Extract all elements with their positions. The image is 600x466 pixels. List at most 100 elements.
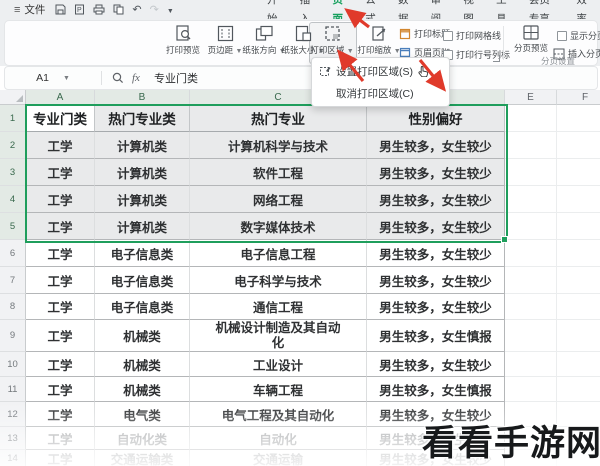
cell-D5[interactable]: 男生较多，女生较少: [367, 213, 505, 240]
row-header-3[interactable]: 3: [0, 159, 26, 186]
row-header-11[interactable]: 11: [0, 377, 26, 402]
cell-B13[interactable]: 自动化类: [95, 427, 190, 450]
row-header-7[interactable]: 7: [0, 267, 26, 294]
cell-F3[interactable]: [557, 159, 600, 186]
cell-D1[interactable]: 性别偏好: [367, 105, 505, 132]
cell-C1[interactable]: 热门专业: [190, 105, 367, 132]
copy-icon[interactable]: [113, 4, 124, 15]
row-header-10[interactable]: 10: [0, 352, 26, 377]
formula-content[interactable]: 专业门类: [154, 70, 198, 86]
column-header-A[interactable]: A: [26, 90, 95, 105]
cell-C2[interactable]: 计算机科学与技术: [190, 132, 367, 159]
cell-C3[interactable]: 软件工程: [190, 159, 367, 186]
row-header-14[interactable]: 14: [0, 450, 26, 466]
row-header-4[interactable]: 4: [0, 186, 26, 213]
toolbar-more-icon[interactable]: ▼: [167, 4, 174, 16]
cell-A3[interactable]: 工学: [26, 159, 95, 186]
column-header-B[interactable]: B: [95, 90, 190, 105]
cell-B2[interactable]: 计算机类: [95, 132, 190, 159]
cell-B9[interactable]: 机械类: [95, 320, 190, 352]
cell-E1[interactable]: [505, 105, 557, 132]
row-header-8[interactable]: 8: [0, 294, 26, 320]
cell-D11[interactable]: 男生较多，女生慎报: [367, 377, 505, 402]
column-header-F[interactable]: F: [557, 90, 600, 105]
cell-C5[interactable]: 数字媒体技术: [190, 213, 367, 240]
cell-E2[interactable]: [505, 132, 557, 159]
row-header-5[interactable]: 5: [0, 213, 26, 240]
cell-D6[interactable]: 男生较多，女生较少: [367, 240, 505, 267]
cell-A2[interactable]: 工学: [26, 132, 95, 159]
cell-C8[interactable]: 通信工程: [190, 294, 367, 320]
cell-A4[interactable]: 工学: [26, 186, 95, 213]
cell-E3[interactable]: [505, 159, 557, 186]
print-area-button[interactable]: 打印区域 ▼: [310, 24, 354, 58]
search-icon[interactable]: [112, 72, 124, 84]
undo-icon[interactable]: ↶: [132, 3, 141, 16]
cell-A14[interactable]: 工学: [26, 450, 95, 466]
cell-B14[interactable]: 交通运输类: [95, 450, 190, 466]
cell-D10[interactable]: 男生较多，女生较少: [367, 352, 505, 377]
select-all-corner[interactable]: [0, 90, 26, 105]
cell-F6[interactable]: [557, 240, 600, 267]
cell-E9[interactable]: [505, 320, 557, 352]
cell-A12[interactable]: 工学: [26, 402, 95, 427]
cell-E7[interactable]: [505, 267, 557, 294]
cell-B4[interactable]: 计算机类: [95, 186, 190, 213]
row-header-13[interactable]: 13: [0, 427, 26, 450]
name-box-dropdown-icon[interactable]: ▼: [63, 75, 70, 82]
cell-C4[interactable]: 网络工程: [190, 186, 367, 213]
file-menu[interactable]: 文件: [24, 2, 45, 17]
cell-E4[interactable]: [505, 186, 557, 213]
cell-C7[interactable]: 电子科学与技术: [190, 267, 367, 294]
row-header-12[interactable]: 12: [0, 402, 26, 427]
cell-A8[interactable]: 工学: [26, 294, 95, 320]
column-header-E[interactable]: E: [505, 90, 557, 105]
cell-F7[interactable]: [557, 267, 600, 294]
cell-C14[interactable]: 交通运输: [190, 450, 367, 466]
cell-D3[interactable]: 男生较多，女生较少: [367, 159, 505, 186]
cell-F1[interactable]: [557, 105, 600, 132]
cell-A6[interactable]: 工学: [26, 240, 95, 267]
dialog-launcher-icon[interactable]: [493, 55, 500, 62]
print-icon[interactable]: [93, 4, 105, 15]
cell-F2[interactable]: [557, 132, 600, 159]
cell-F11[interactable]: [557, 377, 600, 402]
cell-C13[interactable]: 自动化: [190, 427, 367, 450]
cell-C9[interactable]: 机械设计制造及其自动化: [190, 320, 367, 352]
cell-D7[interactable]: 男生较多，女生较少: [367, 267, 505, 294]
cell-F10[interactable]: [557, 352, 600, 377]
cell-B6[interactable]: 电子信息类: [95, 240, 190, 267]
cell-B3[interactable]: 计算机类: [95, 159, 190, 186]
hamburger-menu-icon[interactable]: ≡: [14, 4, 20, 16]
cell-B10[interactable]: 机械类: [95, 352, 190, 377]
cell-A13[interactable]: 工学: [26, 427, 95, 450]
cell-C10[interactable]: 工业设计: [190, 352, 367, 377]
fx-icon[interactable]: fx: [132, 72, 140, 84]
cell-E5[interactable]: [505, 213, 557, 240]
menu-item-cancel-print-area[interactable]: 取消打印区域(C): [312, 82, 449, 104]
checkbox-print-gridlines[interactable]: 打印网格线: [443, 29, 501, 42]
row-header-9[interactable]: 9: [0, 320, 26, 352]
cell-E8[interactable]: [505, 294, 557, 320]
cell-D8[interactable]: 男生较多，女生较少: [367, 294, 505, 320]
cell-A7[interactable]: 工学: [26, 267, 95, 294]
cell-E6[interactable]: [505, 240, 557, 267]
row-header-6[interactable]: 6: [0, 240, 26, 267]
name-box[interactable]: A1 ▼: [5, 72, 101, 84]
cell-B1[interactable]: 热门专业类: [95, 105, 190, 132]
cell-B5[interactable]: 计算机类: [95, 213, 190, 240]
print-preview-button[interactable]: 打印预览: [161, 24, 205, 58]
cell-A9[interactable]: 工学: [26, 320, 95, 352]
cell-E10[interactable]: [505, 352, 557, 377]
cell-D9[interactable]: 男生较多，女生慎报: [367, 320, 505, 352]
page-margins-button[interactable]: 页边距 ▼: [203, 24, 247, 58]
print-scale-button[interactable]: 打印缩放 ▼: [357, 24, 401, 58]
cell-B8[interactable]: 电子信息类: [95, 294, 190, 320]
cell-F9[interactable]: [557, 320, 600, 352]
cell-D2[interactable]: 男生较多，女生较少: [367, 132, 505, 159]
cell-F4[interactable]: [557, 186, 600, 213]
page-break-preview-button[interactable]: 分页预览: [509, 24, 553, 58]
cell-C6[interactable]: 电子信息工程: [190, 240, 367, 267]
cell-D4[interactable]: 男生较多，女生较少: [367, 186, 505, 213]
cell-F8[interactable]: [557, 294, 600, 320]
